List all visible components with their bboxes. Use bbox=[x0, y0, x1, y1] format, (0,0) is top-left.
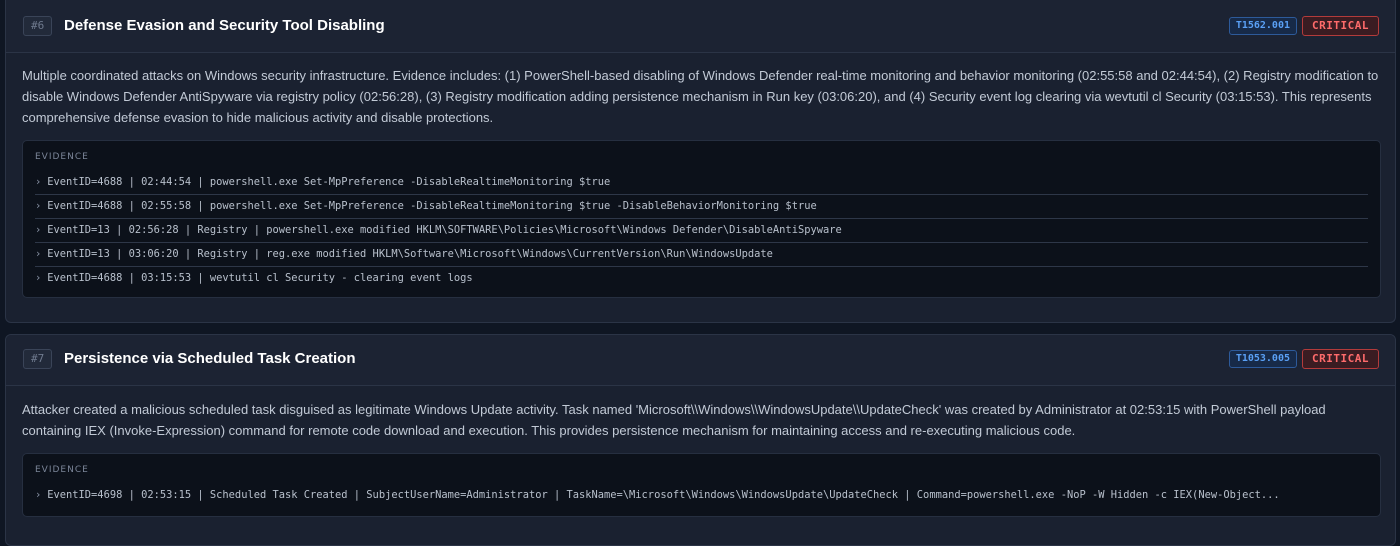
evidence-item: › EventID=4698 | 02:53:15 | Scheduled Tas… bbox=[35, 484, 1368, 507]
finding-title: Persistence via Scheduled Task Creation bbox=[64, 350, 356, 367]
evidence-list: › EventID=4698 | 02:53:15 | Scheduled Tas… bbox=[35, 484, 1368, 507]
finding-description: Multiple coordinated attacks on Windows … bbox=[22, 68, 1379, 125]
chevron-right-icon: › bbox=[35, 200, 42, 212]
evidence-item: › EventID=13 | 02:56:28 | Registry | powe… bbox=[35, 219, 1368, 243]
evidence-text: EventID=13 | 02:56:28 | Registry | power… bbox=[47, 224, 842, 236]
evidence-label: EVIDENCE bbox=[35, 152, 89, 162]
evidence-panel: EVIDENCE › EventID=4698 | 02:53:15 | Sche… bbox=[22, 453, 1381, 517]
chevron-right-icon: › bbox=[35, 224, 42, 236]
evidence-text: EventID=4698 | 02:53:15 | Scheduled Task… bbox=[47, 489, 1280, 501]
evidence-item: › EventID=4688 | 02:55:58 | powershell.ex… bbox=[35, 195, 1368, 219]
finding-description: Attacker created a malicious scheduled t… bbox=[22, 402, 1326, 438]
evidence-text: EventID=4688 | 02:55:58 | powershell.exe… bbox=[47, 200, 817, 212]
chevron-right-icon: › bbox=[35, 489, 42, 501]
finding-card: #6 Defense Evasion and Security Tool Dis… bbox=[5, 0, 1396, 323]
severity-badge: CRITICAL bbox=[1302, 349, 1379, 369]
evidence-item: › EventID=4688 | 02:44:54 | powershell.ex… bbox=[35, 171, 1368, 195]
evidence-label: EVIDENCE bbox=[35, 465, 89, 475]
chevron-right-icon: › bbox=[35, 176, 42, 188]
severity-badge: CRITICAL bbox=[1302, 16, 1379, 36]
chevron-right-icon: › bbox=[35, 248, 42, 260]
evidence-text: EventID=4688 | 02:44:54 | powershell.exe… bbox=[47, 176, 611, 188]
evidence-list: › EventID=4688 | 02:44:54 | powershell.ex… bbox=[35, 171, 1368, 290]
finding-header[interactable]: #6 Defense Evasion and Security Tool Dis… bbox=[6, 0, 1395, 53]
chevron-right-icon: › bbox=[35, 272, 42, 284]
finding-header[interactable]: #7 Persistence via Scheduled Task Creati… bbox=[6, 335, 1395, 386]
finding-number: #6 bbox=[23, 16, 53, 36]
finding-number: #7 bbox=[23, 349, 53, 369]
evidence-panel: EVIDENCE › EventID=4688 | 02:44:54 | powe… bbox=[22, 140, 1381, 298]
evidence-item: › EventID=4688 | 03:15:53 | wevtutil cl S… bbox=[35, 267, 1368, 290]
finding-card: #7 Persistence via Scheduled Task Creati… bbox=[5, 334, 1396, 546]
evidence-text: EventID=4688 | 03:15:53 | wevtutil cl Se… bbox=[47, 272, 473, 284]
mitre-technique-badge[interactable]: T1562.001 bbox=[1228, 17, 1297, 35]
mitre-technique-badge[interactable]: T1053.005 bbox=[1228, 350, 1297, 368]
finding-title: Defense Evasion and Security Tool Disabl… bbox=[64, 17, 385, 34]
evidence-text: EventID=13 | 03:06:20 | Registry | reg.e… bbox=[47, 248, 773, 260]
evidence-item: › EventID=13 | 03:06:20 | Registry | reg.… bbox=[35, 243, 1368, 267]
